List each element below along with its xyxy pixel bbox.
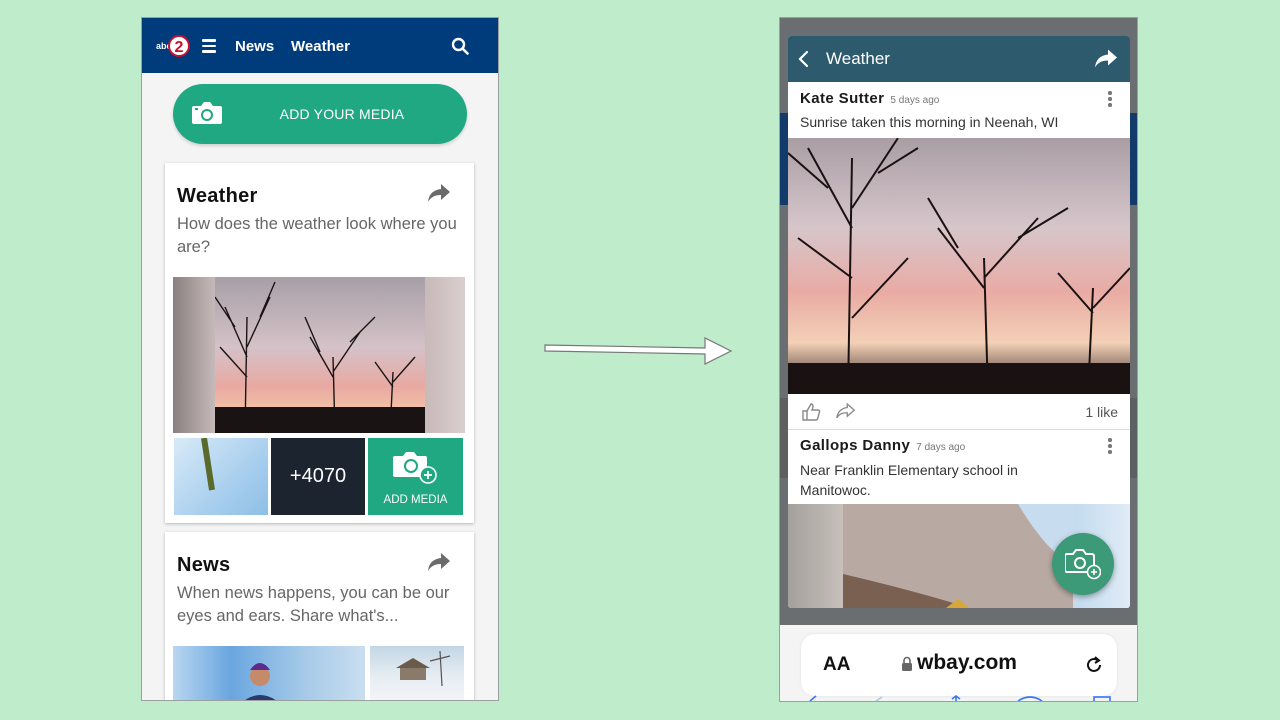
- right-phone-screen: Weather Kate Sutter 5 days ago Sunrise ta…: [779, 17, 1138, 702]
- lock-icon: [902, 656, 912, 671]
- app-header: abc 2 News Weather: [142, 18, 498, 73]
- feed-header: Weather: [788, 36, 1130, 82]
- share-icon[interactable]: [427, 183, 451, 203]
- add-media-tile[interactable]: ADD MEDIA: [368, 438, 463, 515]
- nav-news-link[interactable]: News: [235, 38, 274, 55]
- feed-title: Weather: [826, 49, 890, 68]
- add-your-media-label: ADD YOUR MEDIA: [279, 106, 405, 122]
- thumbs-up-icon[interactable]: [801, 402, 821, 422]
- weather-hero-photo[interactable]: [173, 277, 465, 433]
- news-photo-person[interactable]: [173, 646, 365, 700]
- browser-nav-icons: [809, 695, 1111, 701]
- nav-weather-link[interactable]: Weather: [291, 38, 350, 55]
- news-card-title: News: [177, 554, 231, 576]
- post-timestamp: 7 days ago: [916, 442, 966, 453]
- back-chevron-icon[interactable]: [797, 50, 809, 68]
- more-options-icon[interactable]: [1108, 91, 1112, 107]
- share-icon[interactable]: [1094, 48, 1118, 69]
- post-caption: Near Franklin Elementary school in Manit…: [800, 462, 1018, 498]
- browser-toolbar: AA wbay.com: [780, 625, 1137, 701]
- like-count[interactable]: 1 like: [1085, 404, 1118, 420]
- news-photo-snowy-house[interactable]: [370, 646, 464, 700]
- url-text[interactable]: wbay.com: [917, 651, 1017, 675]
- post-author-name[interactable]: Kate Sutter: [800, 90, 884, 107]
- reload-icon[interactable]: [1084, 655, 1104, 675]
- left-phone-screen: abc 2 News Weather ADD YOUR MEDIA Weather…: [141, 17, 499, 701]
- add-media-label: ADD MEDIA: [383, 494, 448, 506]
- post-author[interactable]: Kate Sutter 5 days ago: [800, 90, 939, 107]
- search-icon[interactable]: [451, 37, 469, 55]
- post-timestamp: 5 days ago: [890, 95, 940, 106]
- post-author[interactable]: Gallops Danny 7 days ago: [800, 437, 965, 454]
- weather-card-description: How does the weather look where you are?: [177, 215, 457, 256]
- post-author-name[interactable]: Gallops Danny: [800, 437, 910, 454]
- add-media-fab[interactable]: [1052, 533, 1114, 595]
- more-media-thumbnail[interactable]: +4070: [271, 438, 365, 515]
- weather-feed-sheet: Weather Kate Sutter 5 days ago Sunrise ta…: [788, 36, 1130, 608]
- more-options-icon[interactable]: [1108, 438, 1112, 454]
- weather-card[interactable]: Weather How does the weather look where …: [165, 163, 474, 523]
- camera-plus-icon: [1065, 549, 1101, 580]
- weather-card-title: Weather: [177, 185, 258, 207]
- sunset-trees-image: [215, 277, 425, 433]
- share-icon[interactable]: [427, 552, 451, 572]
- station-logo[interactable]: abc 2: [156, 35, 190, 57]
- post-caption: Sunrise taken this morning in Neenah, WI: [800, 114, 1059, 130]
- text-size-button[interactable]: AA: [823, 654, 850, 676]
- transition-arrow: [544, 337, 733, 365]
- news-card[interactable]: News When news happens, you can be our e…: [165, 532, 474, 700]
- sunrise-photo[interactable]: [788, 138, 1130, 394]
- add-your-media-button[interactable]: ADD YOUR MEDIA: [173, 84, 467, 144]
- share-icon[interactable]: [835, 402, 856, 420]
- post-actions-bar: 1 like: [788, 394, 1130, 430]
- news-card-description: When news happens, you can be our eyes a…: [177, 584, 450, 625]
- menu-icon[interactable]: [202, 39, 216, 53]
- address-bar[interactable]: AA wbay.com: [801, 634, 1117, 696]
- camera-plus-icon: [393, 452, 437, 484]
- snow-ruler-thumbnail[interactable]: [174, 437, 268, 515]
